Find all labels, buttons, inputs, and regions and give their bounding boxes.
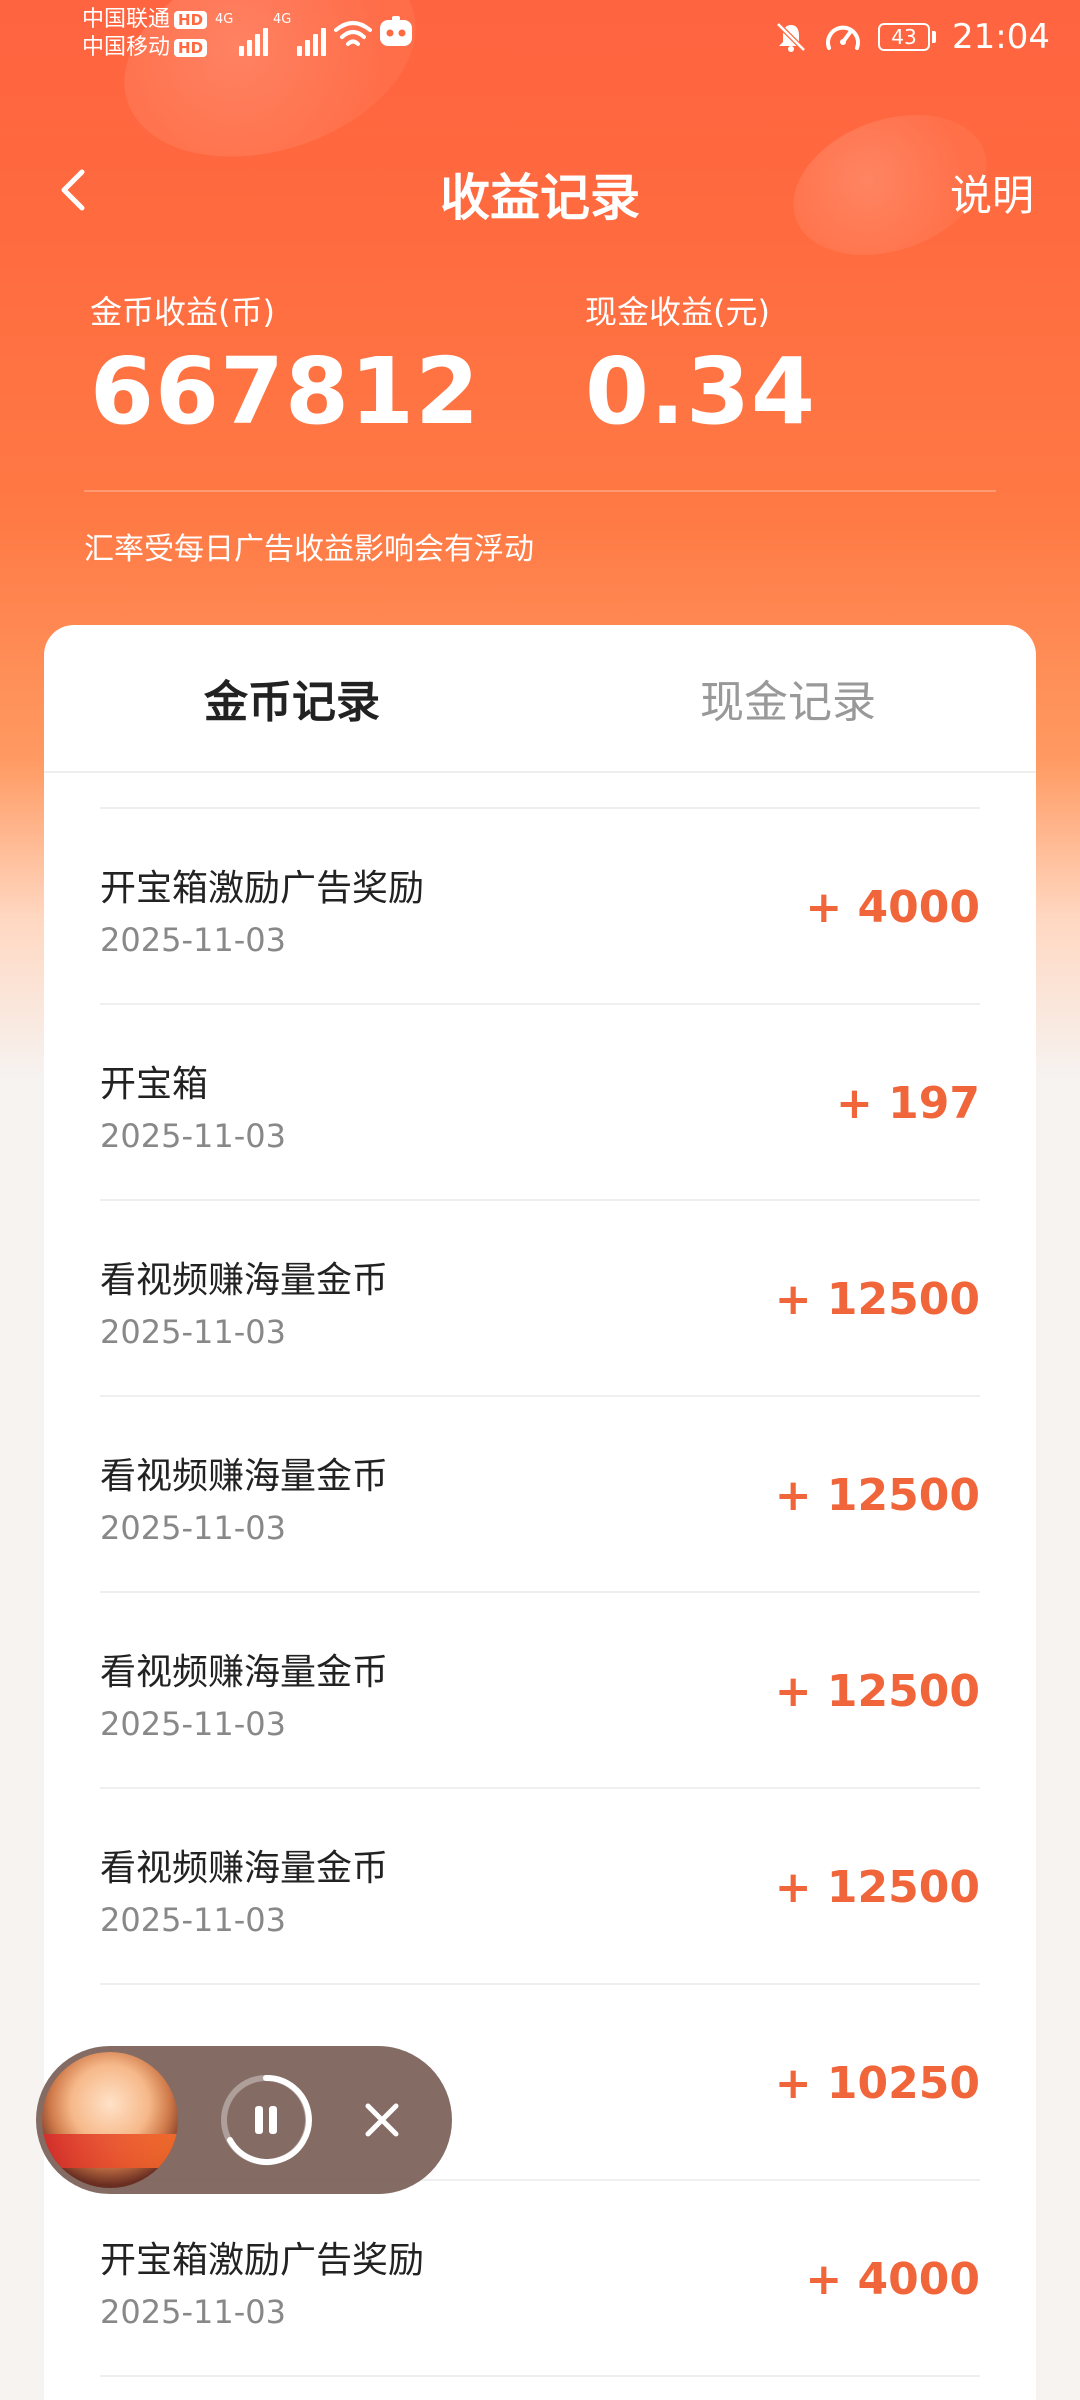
bell-off-icon	[776, 22, 806, 52]
record-amount: + 12500	[774, 1273, 980, 1325]
record-date: 2025-11-03	[100, 1901, 286, 1939]
record-amount: + 12500	[774, 1469, 980, 1521]
divider	[84, 490, 996, 492]
record-date: 2025-11-03	[100, 2293, 286, 2331]
app-notification-icon	[380, 16, 412, 46]
clock: 21:04	[952, 17, 1050, 57]
status-icons: 43 21:04	[774, 15, 1050, 59]
cash-earnings-label: 现金收益(元)	[585, 293, 770, 331]
pause-icon	[221, 2074, 312, 2165]
cash-earnings-value: 0.34	[585, 338, 816, 445]
page-title: 收益记录	[440, 169, 640, 227]
hd-badge: HD	[174, 39, 208, 57]
record-amount: + 4000	[805, 2253, 980, 2305]
record-title: 看视频赚海量金币	[100, 1652, 389, 1693]
hd-badge: HD	[174, 11, 208, 29]
network-type: 4G	[215, 12, 234, 27]
carrier-name: 中国移动	[82, 35, 171, 60]
earnings-summary: 金币收益(币) 667812 现金收益(元) 0.34	[0, 290, 1080, 442]
record-title: 开宝箱激励广告奖励	[100, 868, 425, 909]
cash-summary: 现金收益(元) 0.34	[585, 290, 816, 442]
record-amount: + 197	[835, 1077, 980, 1129]
record-date: 2025-11-03	[100, 1313, 286, 1351]
network-type: 4G	[273, 12, 292, 27]
close-button[interactable]	[352, 2090, 412, 2150]
list-item[interactable]: 开宝箱 2025-11-03 + 197	[100, 1005, 980, 1201]
record-amount: + 12500	[774, 1861, 980, 1913]
navigation-header: 收益记录 说明	[0, 140, 1080, 240]
record-date: 2025-11-03	[100, 1705, 286, 1743]
battery-level: 43	[891, 25, 917, 49]
carrier-name: 中国联通	[82, 7, 171, 32]
coin-earnings-value: 667812	[90, 338, 481, 445]
tab-coin-records[interactable]: 金币记录	[44, 625, 540, 771]
record-title: 看视频赚海量金币	[100, 1848, 389, 1889]
record-date: 2025-11-03	[100, 1509, 286, 1547]
list-item[interactable]: 开宝箱激励广告奖励 2025-11-03 + 4000	[100, 2181, 980, 2377]
list-item[interactable]: 看视频赚海量金币 2025-11-03 + 12500	[100, 1789, 980, 1985]
list-item[interactable]: 看视频赚海量金币 2025-11-03 + 12500	[100, 1397, 980, 1593]
record-date: 2025-11-03	[100, 921, 286, 959]
record-amount: + 12500	[774, 1665, 980, 1717]
player-thumbnail[interactable]	[42, 2052, 178, 2188]
coin-earnings-label: 金币收益(币)	[90, 293, 275, 331]
list-item[interactable]: 看视频赚海量金币 2025-11-03 + 12500	[100, 1201, 980, 1397]
floating-video-player[interactable]	[36, 2046, 452, 2194]
record-title: 开宝箱激励广告奖励	[100, 2240, 425, 2281]
signal-icon: 4G	[273, 12, 327, 56]
close-icon	[365, 2103, 399, 2137]
battery-icon: 43	[878, 23, 937, 51]
tab-cash-records[interactable]: 现金记录	[540, 625, 1036, 771]
wifi-icon	[334, 21, 372, 46]
record-title: 开宝箱	[100, 1064, 209, 1105]
signal-icon: 4G	[215, 12, 269, 56]
list-item[interactable]: 看视频赚海量金币 2025-11-03 + 12500	[100, 1593, 980, 1789]
list-item[interactable]: 开宝箱激励广告奖励 2025-11-03 + 4000	[100, 809, 980, 1005]
record-amount: + 4000	[805, 881, 980, 933]
record-date: 2025-11-03	[100, 1117, 286, 1155]
coin-summary: 金币收益(币) 667812	[90, 290, 480, 442]
tab-bar: 金币记录 现金记录	[44, 625, 1036, 773]
record-amount: + 10250	[774, 2057, 980, 2109]
pause-button[interactable]	[218, 2072, 314, 2168]
help-link[interactable]: 说明	[950, 162, 1034, 223]
status-bar: 中国联通 HD 中国移动 HD 4G 4G 43 21:04	[0, 0, 1080, 74]
record-title: 看视频赚海量金币	[100, 1260, 389, 1301]
speedometer-icon	[826, 25, 860, 50]
carrier-info: 中国联通 HD 中国移动 HD	[82, 6, 208, 62]
record-title: 看视频赚海量金币	[100, 1456, 389, 1497]
exchange-rate-note: 汇率受每日广告收益影响会有浮动	[84, 532, 534, 567]
